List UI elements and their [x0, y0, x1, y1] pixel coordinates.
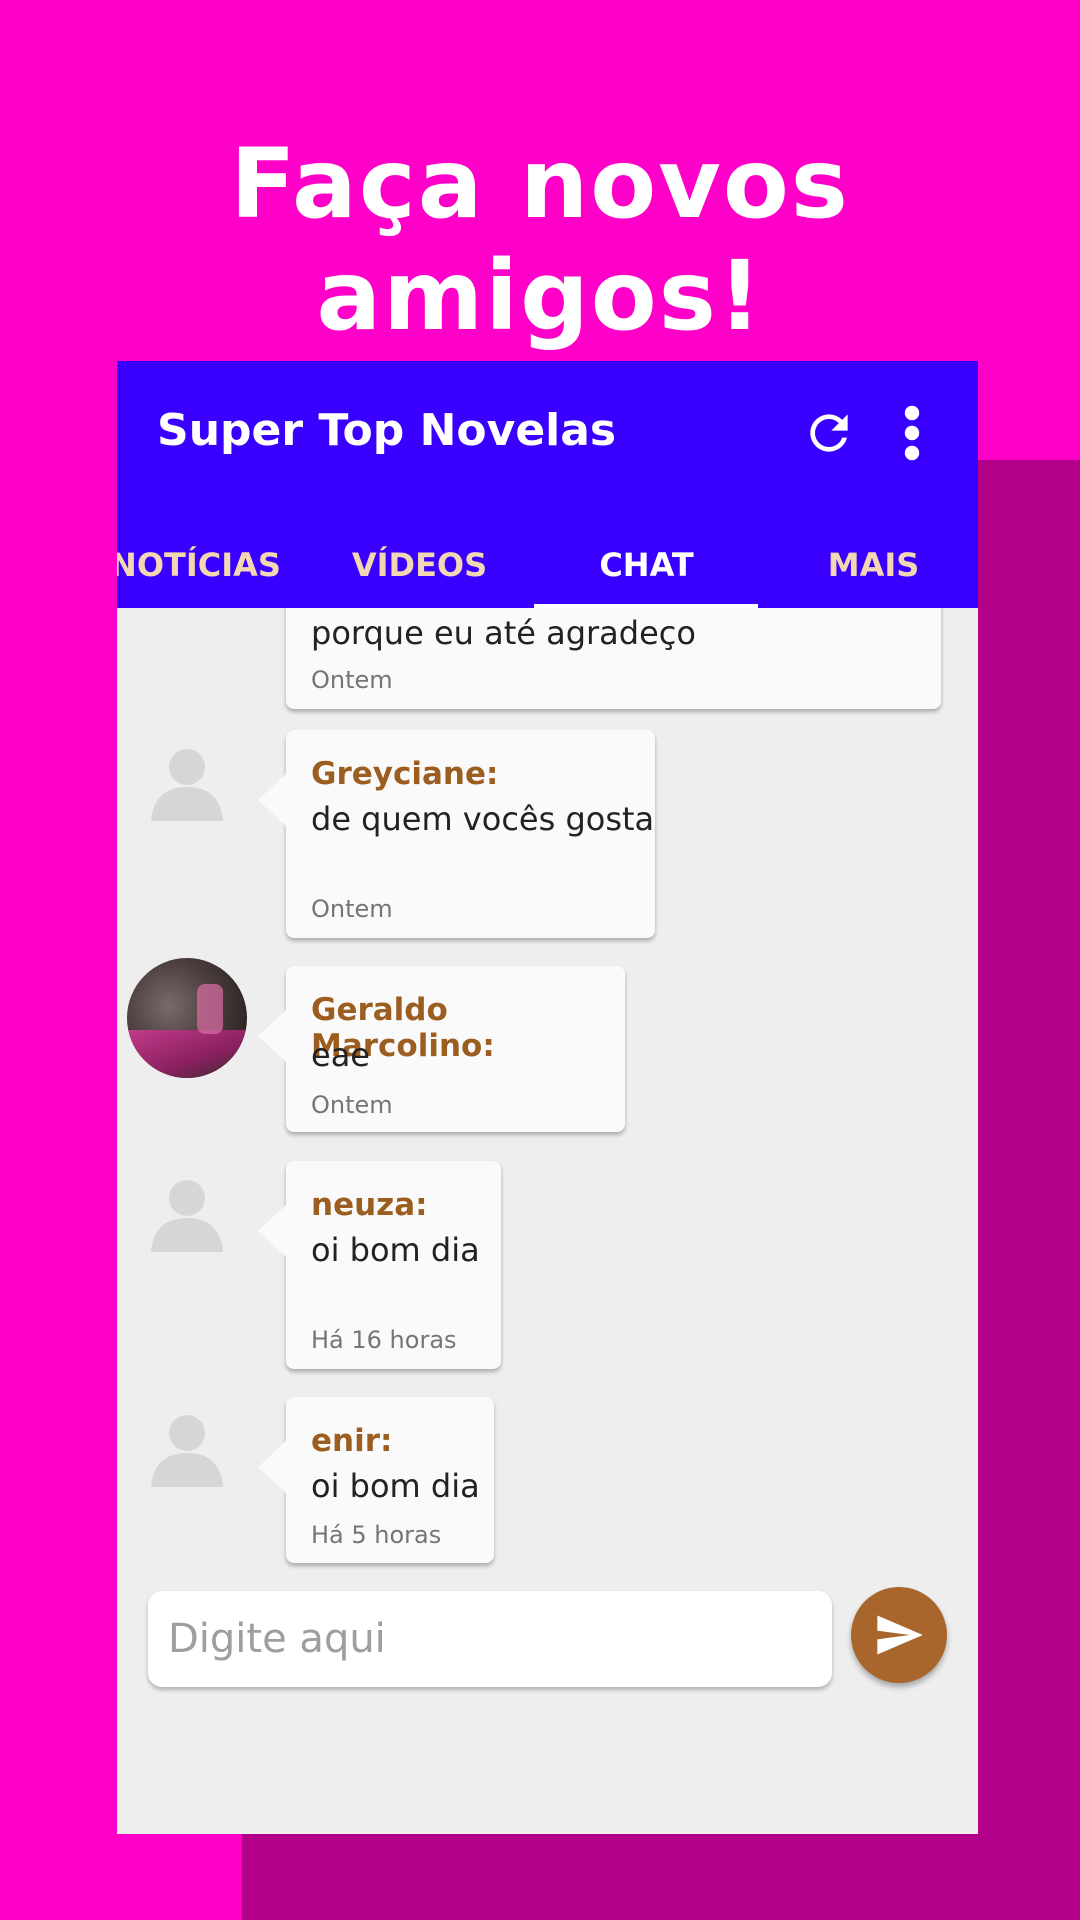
phone-screen: Super Top Novelas NOTÍCIAS VÍDEOS CHAT M…	[117, 361, 978, 1834]
tab-chat[interactable]: CHAT	[533, 521, 760, 608]
message-text: oi bom dia	[311, 1231, 480, 1269]
message-text: eae	[311, 1036, 370, 1074]
tab-bar: NOTÍCIAS VÍDEOS CHAT MAIS	[117, 521, 978, 608]
message-text: oi bom dia	[311, 1467, 480, 1505]
message-sender[interactable]: enir:	[311, 1423, 392, 1459]
message-text: de quem vocês gosta	[311, 800, 655, 838]
more-vert-icon[interactable]	[897, 403, 927, 463]
avatar-photo-detail	[197, 984, 223, 1034]
message-time: Ontem	[311, 895, 393, 923]
message-time: Ontem	[311, 666, 393, 694]
chat-message: porque eu até agradeço Ontem	[286, 608, 941, 709]
bubble-tail	[258, 1010, 286, 1062]
tab-videos[interactable]: VÍDEOS	[306, 521, 533, 608]
chat-message: enir: oi bom dia Há 5 horas	[258, 1397, 494, 1563]
chat-message: Greyciane: de quem vocês gosta Ontem	[258, 730, 655, 938]
bubble-tail	[258, 774, 286, 826]
bubble-tail	[258, 1441, 286, 1493]
message-time: Há 5 horas	[311, 1521, 442, 1549]
default-user-icon	[151, 749, 223, 821]
promo-headline: Faça novos amigos!	[230, 128, 850, 352]
avatar-photo-detail	[127, 1030, 247, 1078]
bubble-tail	[258, 1205, 286, 1257]
message-time: Ontem	[311, 1091, 393, 1119]
user-avatar-photo[interactable]	[127, 958, 247, 1078]
tab-noticias[interactable]: NOTÍCIAS	[117, 521, 309, 608]
tab-mais[interactable]: MAIS	[760, 521, 978, 608]
message-input[interactable]	[168, 1591, 808, 1687]
app-bar: Super Top Novelas NOTÍCIAS VÍDEOS CHAT M…	[117, 361, 978, 608]
send-button[interactable]	[851, 1587, 947, 1683]
message-sender[interactable]: Greyciane:	[311, 756, 498, 792]
refresh-icon[interactable]	[801, 405, 857, 461]
chat-message: neuza: oi bom dia Há 16 horas	[258, 1161, 501, 1369]
message-text: porque eu até agradeço	[311, 614, 696, 652]
default-user-icon	[151, 1180, 223, 1252]
message-sender[interactable]: neuza:	[311, 1187, 428, 1223]
background-shape-right	[975, 460, 1080, 1920]
background-shape-bottom	[242, 1834, 1080, 1920]
message-time: Há 16 horas	[311, 1326, 457, 1354]
send-icon	[877, 1615, 923, 1655]
chat-message: Geraldo Marcolino: eae Ontem	[258, 966, 625, 1132]
message-composer	[148, 1591, 832, 1687]
default-user-icon	[151, 1415, 223, 1487]
app-title: Super Top Novelas	[157, 405, 617, 456]
